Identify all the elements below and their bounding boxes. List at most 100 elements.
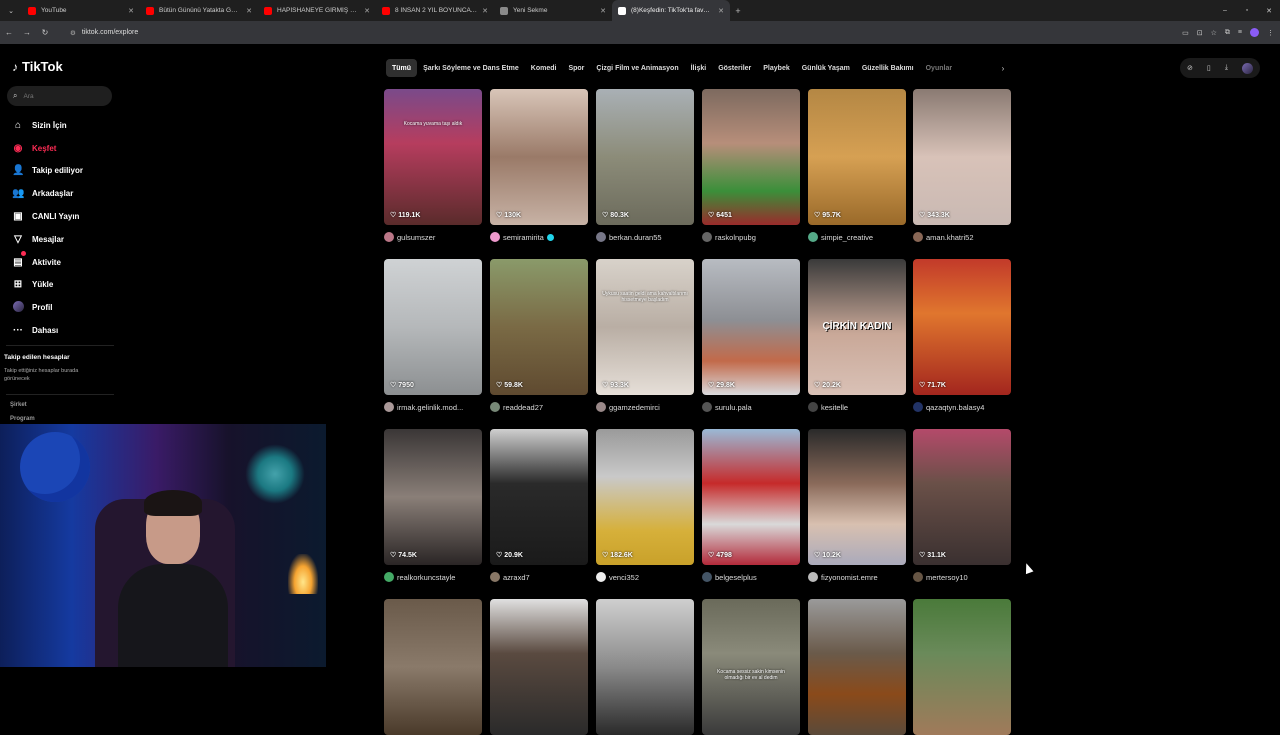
tab-close-icon[interactable]: ✕ [718, 7, 724, 15]
maximize-icon[interactable]: ▫ [1236, 0, 1258, 21]
reload-icon[interactable]: ↻ [36, 28, 54, 37]
company-link[interactable]: Şirket [10, 402, 27, 408]
sidebar-item-messages[interactable]: ▽ Mesajlar [12, 228, 83, 251]
category-next-icon[interactable]: › [996, 59, 1010, 77]
video-thumbnail[interactable]: ♡ 130K [490, 89, 588, 225]
program-link[interactable]: Program [10, 416, 35, 422]
translate-icon[interactable]: ⊡ [1197, 29, 1203, 37]
media-icon[interactable]: ≡ [1238, 29, 1242, 36]
video-thumbnail[interactable]: ♡ 29.8K [702, 259, 800, 395]
video-thumbnail[interactable]: ♡ 20.9K [490, 429, 588, 565]
video-card[interactable]: ♡ 31.1K mertersoy10 [913, 429, 1011, 582]
video-thumbnail[interactable]: ♡ 6451 [702, 89, 800, 225]
sidebar-item-upload[interactable]: ⊞ Yükle [12, 274, 83, 297]
video-author[interactable]: realkorkuncstayle [384, 572, 482, 582]
video-author[interactable]: mertersoy10 [913, 572, 1011, 582]
browser-tab[interactable]: HAPİSHANEYE GİRMİŞ HANIM ✕ [258, 0, 376, 21]
browser-tab[interactable]: YouTube ✕ [22, 0, 140, 21]
category-tab[interactable]: Çizgi Film ve Animasyon [590, 59, 684, 77]
video-card[interactable]: ♡ 20.9K azraxd7 [490, 429, 588, 582]
video-thumbnail[interactable]: ♡ 71.7K [913, 259, 1011, 395]
video-card[interactable]: Kocama yuvama taşı aldık ♡ 119.1K gulsumsze… [384, 89, 482, 242]
video-thumbnail[interactable]: Kocama sessiz sakin kimsenin olmadığı bi… [702, 599, 800, 735]
tiktok-logo[interactable]: ♪ TikTok [12, 59, 63, 74]
url-field[interactable]: ⚙ tiktok.com/explore [62, 24, 1122, 41]
video-card[interactable]: ♡ 4798 belgeselplus [702, 429, 800, 582]
video-author[interactable]: simpie_creative [808, 232, 906, 242]
close-window-icon[interactable]: ✕ [1258, 0, 1280, 21]
category-tab[interactable]: İlişki [685, 59, 713, 77]
video-card[interactable]: ♡ 59.8K readdead27 [490, 259, 588, 412]
forward-icon[interactable]: → [18, 28, 36, 37]
tab-search-icon[interactable]: ⌄ [0, 0, 22, 21]
category-tab[interactable]: Oyunlar [920, 59, 958, 77]
sidebar-item-following[interactable]: 👤 Takip ediliyor [12, 160, 83, 183]
video-card[interactable]: Kocama sessiz sakin kimsenin olmadığı bi… [702, 599, 800, 735]
video-author[interactable]: surulu.pala [702, 402, 800, 412]
category-tab[interactable]: Güzellik Bakımı [856, 59, 920, 77]
video-card[interactable]: ÇİRKİN KADIN ♡ 20.2K kesitelle [808, 259, 906, 412]
video-thumbnail[interactable]: ♡ 182.6K [596, 429, 694, 565]
device-icon[interactable]: ▯ [1207, 64, 1211, 72]
sidebar-item-compass[interactable]: ◉ Keşfet [12, 137, 83, 160]
coin-icon[interactable]: ⊘ [1187, 64, 1193, 72]
user-avatar[interactable] [1241, 62, 1253, 74]
video-author[interactable]: berkan.duran55 [596, 232, 694, 242]
video-card[interactable] [913, 599, 1011, 735]
tab-close-icon[interactable]: ✕ [364, 7, 370, 15]
browser-profile-avatar[interactable] [1250, 28, 1259, 37]
video-thumbnail[interactable]: ♡ 10.2K [808, 429, 906, 565]
download-icon[interactable]: ⤓ [1225, 64, 1228, 72]
video-author[interactable]: aman.khatri52 [913, 232, 1011, 242]
video-thumbnail[interactable] [808, 599, 906, 735]
video-card[interactable]: ♡ 6451 raskolnpubg [702, 89, 800, 242]
back-icon[interactable]: ← [0, 28, 18, 37]
video-thumbnail[interactable]: ♡ 74.5K [384, 429, 482, 565]
video-author[interactable]: readdead27 [490, 402, 588, 412]
search-input[interactable]: ⌕ Ara [7, 86, 112, 106]
video-author[interactable]: irmak.gelinlik.mod... [384, 402, 482, 412]
video-thumbnail[interactable]: ÇİRKİN KADIN ♡ 20.2K [808, 259, 906, 395]
video-card[interactable]: ♡ 29.8K surulu.pala [702, 259, 800, 412]
video-thumbnail[interactable] [384, 599, 482, 735]
video-thumbnail[interactable]: ♡ 7950 [384, 259, 482, 395]
video-card[interactable]: ♡ 10.2K fizyonomist.emre [808, 429, 906, 582]
video-card[interactable]: ♡ 71.7K qazaqtyn.balasy4 [913, 259, 1011, 412]
category-tab[interactable]: Playbek [757, 59, 795, 77]
sidebar-item-live[interactable]: ▣ CANLI Yayın [12, 205, 83, 228]
video-author[interactable]: belgeselplus [702, 572, 800, 582]
tab-close-icon[interactable]: ✕ [246, 7, 252, 15]
tab-close-icon[interactable]: ✕ [482, 7, 488, 15]
category-tab[interactable]: Komedi [525, 59, 563, 77]
video-author[interactable]: qazaqtyn.balasy4 [913, 402, 1011, 412]
site-info-icon[interactable]: ⚙ [70, 29, 76, 37]
category-tab[interactable]: Günlük Yaşam [796, 59, 856, 77]
browser-tab[interactable]: Bütün Gününü Yatakta Geçiriyo ✕ [140, 0, 258, 21]
cast-icon[interactable]: ▭ [1182, 29, 1189, 37]
bookmark-star-icon[interactable]: ☆ [1211, 29, 1217, 37]
video-thumbnail[interactable]: Kocama yuvama taşı aldık ♡ 119.1K [384, 89, 482, 225]
video-thumbnail[interactable] [490, 599, 588, 735]
sidebar-item-home[interactable]: ⌂ Sizin İçin [12, 114, 83, 137]
video-author[interactable]: gulsumszer [384, 232, 482, 242]
video-author[interactable]: semiramirita [490, 232, 588, 242]
video-card[interactable]: ♡ 343.3K aman.khatri52 [913, 89, 1011, 242]
video-author[interactable]: ggamzedemirci [596, 402, 694, 412]
tab-close-icon[interactable]: ✕ [128, 7, 134, 15]
category-tab[interactable]: Spor [562, 59, 590, 77]
sidebar-item-profile[interactable]: Profil [12, 296, 83, 319]
sidebar-item-friends[interactable]: 👥 Arkadaşlar [12, 182, 83, 205]
video-author[interactable]: venci352 [596, 572, 694, 582]
video-card[interactable] [384, 599, 482, 735]
browser-menu-icon[interactable]: ⋮ [1267, 29, 1274, 37]
video-card[interactable]: ♡ 80.3K berkan.duran55 [596, 89, 694, 242]
video-thumbnail[interactable]: ♡ 4798 [702, 429, 800, 565]
category-tab[interactable]: Şarkı Söyleme ve Dans Etme [417, 59, 525, 77]
video-card[interactable] [490, 599, 588, 735]
minimize-icon[interactable]: – [1214, 0, 1236, 21]
tab-close-icon[interactable]: ✕ [600, 7, 606, 15]
video-card[interactable]: ♡ 130K semiramirita [490, 89, 588, 242]
browser-tab[interactable]: Yeni Sekme ✕ [494, 0, 612, 21]
video-thumbnail[interactable]: ♡ 95.7K [808, 89, 906, 225]
browser-tab[interactable]: 8 İNSAN 2 YIL BOYUNCA BİR M ✕ [376, 0, 494, 21]
